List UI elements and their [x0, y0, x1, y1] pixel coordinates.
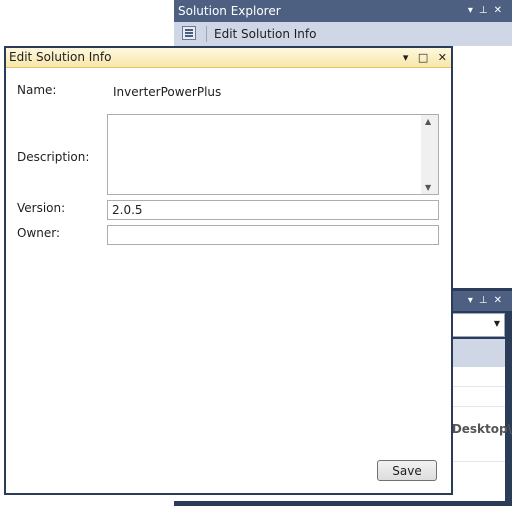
dropdown-icon[interactable]: ▾	[468, 5, 479, 16]
description-field: ▲ ▼	[107, 114, 439, 195]
pin-icon[interactable]: ⊥	[479, 5, 494, 16]
name-value: InverterPowerPlus	[113, 85, 222, 99]
name-label: Name:	[17, 83, 57, 97]
scroll-up-icon[interactable]: ▲	[425, 117, 431, 126]
owner-label: Owner:	[17, 226, 61, 240]
version-field[interactable]	[107, 200, 439, 220]
description-label: Description:	[17, 150, 90, 164]
dropdown-icon[interactable]: ▾	[403, 48, 409, 67]
edit-solution-info-dialog: Edit Solution Info ▾ □ ✕ Name: InverterP…	[4, 46, 453, 495]
properties-icon[interactable]	[182, 26, 196, 40]
edit-solution-info-button[interactable]: Edit Solution Info	[214, 22, 316, 46]
close-icon[interactable]: ✕	[494, 5, 508, 16]
toolbar-separator	[206, 26, 207, 42]
solution-explorer-toolbar: Edit Solution Info	[174, 22, 512, 46]
scroll-down-icon[interactable]: ▼	[425, 183, 431, 192]
close-icon[interactable]: ✕	[494, 295, 508, 306]
description-scrollbar[interactable]: ▲ ▼	[421, 115, 438, 194]
solution-explorer-title: Solution Explorer	[178, 4, 281, 18]
maximize-icon[interactable]: □	[418, 48, 428, 67]
properties-title-buttons: ▾⊥✕	[468, 291, 508, 311]
owner-field[interactable]	[107, 225, 439, 245]
description-textarea[interactable]	[108, 115, 421, 194]
version-label: Version:	[17, 201, 66, 215]
close-icon[interactable]: ✕	[438, 48, 447, 67]
chevron-down-icon[interactable]: ▼	[494, 319, 500, 328]
save-button[interactable]: Save	[377, 460, 437, 481]
dialog-title-bar: Edit Solution Info ▾ □ ✕	[6, 48, 451, 68]
pin-icon[interactable]: ⊥	[479, 295, 494, 306]
dropdown-icon[interactable]: ▾	[468, 295, 479, 306]
solution-explorer-title-buttons: ▾⊥✕	[468, 0, 508, 22]
property-value-path: Desktop\	[451, 422, 512, 436]
solution-explorer-title-bar: Solution Explorer ▾⊥✕	[174, 0, 512, 22]
dialog-title: Edit Solution Info	[9, 50, 112, 64]
dialog-title-buttons: ▾ □ ✕	[397, 48, 447, 67]
